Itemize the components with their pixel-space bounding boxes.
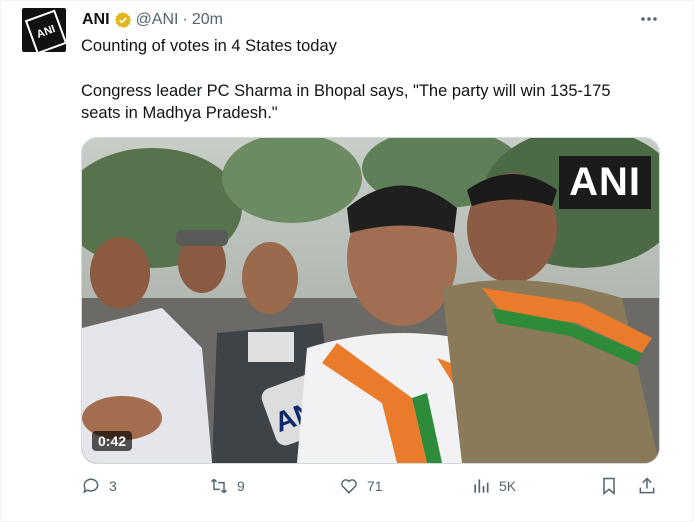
author-name[interactable]: ANI <box>82 11 110 29</box>
like-button[interactable]: 71 <box>339 476 383 496</box>
tweet-text-line-1: Counting of votes in 4 States today <box>81 37 337 55</box>
retweet-count: 9 <box>237 478 245 494</box>
reply-button[interactable]: 3 <box>81 476 117 496</box>
retweet-icon <box>210 478 228 494</box>
ani-watermark: ANI <box>559 156 651 209</box>
analytics-icon <box>474 479 489 493</box>
reply-icon <box>83 478 99 494</box>
share-button[interactable] <box>637 476 657 496</box>
bookmark-button[interactable] <box>599 476 619 496</box>
tweet-text-line-3: seats in Madhya Pradesh." <box>81 104 278 122</box>
timestamp[interactable]: 20m <box>192 11 223 29</box>
avatar[interactable]: ANI <box>22 8 66 52</box>
share-icon <box>639 477 655 494</box>
tweet-text-line-2: Congress leader PC Sharma in Bhopal says… <box>81 82 611 100</box>
video-duration: 0:42 <box>92 431 133 451</box>
more-options-icon[interactable] <box>638 10 660 28</box>
avatar-logo-text: ANI <box>24 9 66 52</box>
views-count: 5K <box>499 478 517 494</box>
author-handle[interactable]: @ANI <box>136 11 179 29</box>
like-count: 71 <box>367 478 383 494</box>
verified-badge-icon <box>114 11 132 29</box>
retweet-button[interactable]: 9 <box>209 476 245 496</box>
video-thumbnail[interactable]: ANI ANI 0:42 <box>81 137 660 464</box>
bookmark-icon <box>603 477 615 496</box>
tweet-header: ANI @ANI · 20m <box>82 11 223 29</box>
separator-dot: · <box>182 11 188 28</box>
reply-count: 3 <box>109 478 117 494</box>
tweet-actions: 3 9 71 5K <box>81 476 658 500</box>
views-button[interactable]: 5K <box>471 476 516 496</box>
heart-icon <box>341 479 357 494</box>
